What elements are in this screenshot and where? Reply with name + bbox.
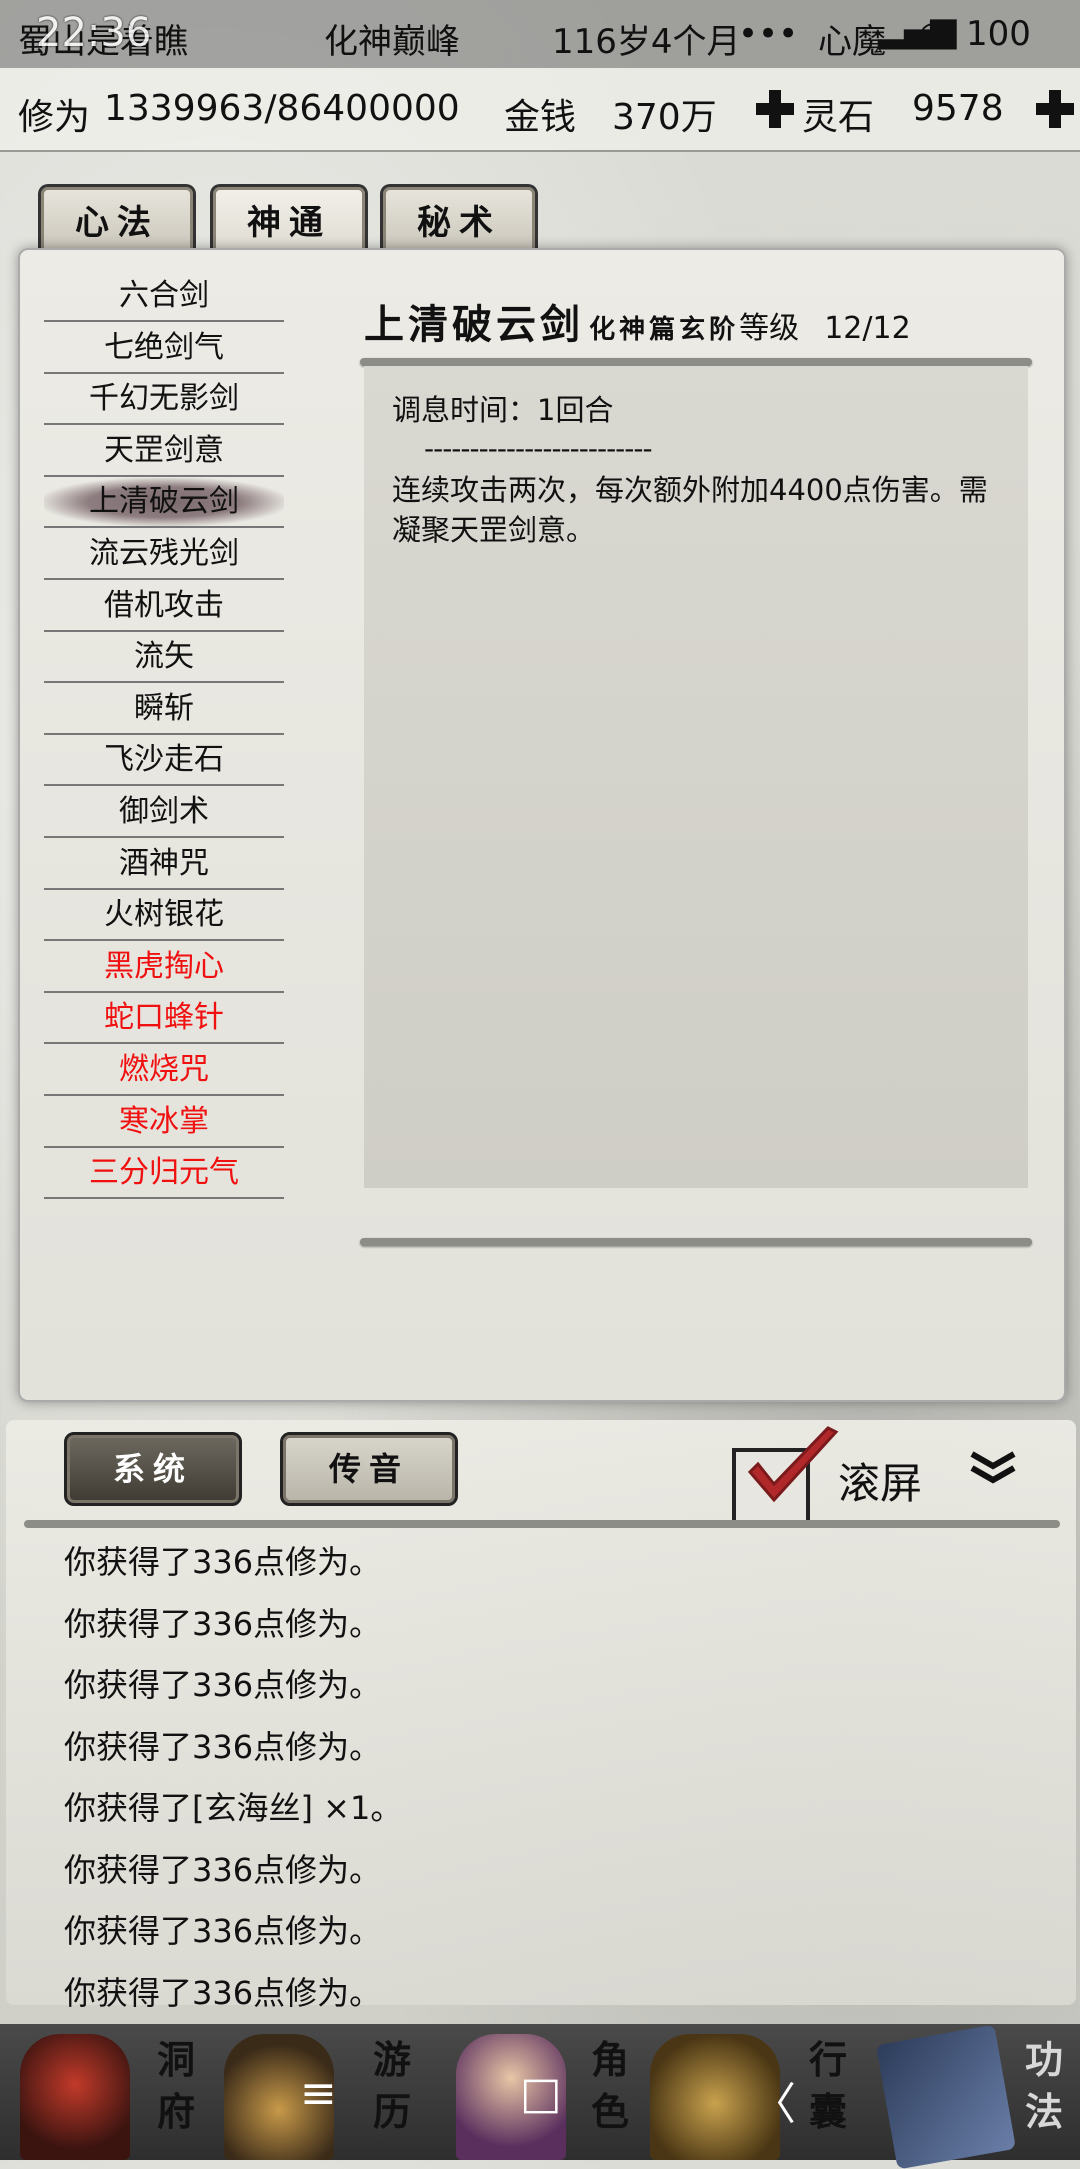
menu-icon[interactable]: ≡ (300, 2068, 337, 2119)
nav-label-travel: 游历 (372, 2037, 411, 2134)
skill-name: 上清破云剑 (364, 301, 584, 348)
add-stone-icon[interactable] (1036, 90, 1074, 128)
cave-dwelling-icon (20, 2034, 130, 2160)
description-text: 连续攻击两次，每次额外附加4400点伤害。需凝聚天罡剑意。 (392, 473, 988, 547)
skill-item[interactable]: 蛇口蜂针 (44, 994, 284, 1045)
cultivation-label: 修为 (18, 97, 91, 138)
separator-line: ------------------------- (424, 432, 653, 465)
scroll-rod-bottom (360, 1238, 1032, 1246)
log-line: 你获得了336点修为。 (64, 1727, 382, 1766)
skill-item-selected[interactable]: 上清破云剑 (44, 478, 284, 529)
skill-item[interactable]: 六合剑 (44, 272, 284, 322)
bottom-nav: 洞府 游历 角色 行囊 功法 ≡ □ 〈 (0, 2024, 1080, 2169)
skill-item[interactable]: 御剑术 (44, 788, 284, 838)
log-line: 你获得了[玄海丝] ×1。 (64, 1789, 403, 1827)
skill-item[interactable]: 流云残光剑 (44, 530, 284, 580)
log-line: 你获得了336点修为。 (64, 1543, 382, 1581)
cultivation-value: 1339963/86400000 (104, 88, 460, 129)
skill-item[interactable]: 千幻无影剑 (44, 375, 284, 426)
skill-item[interactable]: 寒冰掌 (44, 1098, 284, 1148)
skill-item[interactable]: 黑虎掏心 (44, 943, 284, 993)
skill-description-block: 调息时间：1回合 连续攻击两次，每次额外附加4400点伤害。需凝聚天罡剑意。 (392, 390, 1012, 550)
tab-system-log[interactable]: 系统 (64, 1432, 242, 1506)
battery-icon: 100 (966, 14, 1031, 54)
skill-title-row: 上清破云剑 化神篇玄阶等级 12/12 (364, 292, 911, 350)
back-icon[interactable]: 〈 (752, 2068, 796, 2132)
auto-scroll-label: 滚屏 (838, 1459, 923, 1508)
stone-value: 9578 (912, 88, 1004, 129)
heart-demon-text: 心魔 (818, 22, 886, 62)
nav-label-character: 角色 (590, 2037, 629, 2134)
home-icon[interactable]: □ (520, 2068, 562, 2119)
scroll-rod-top (360, 358, 1032, 366)
wifi-icon: ◔ (918, 14, 948, 54)
log-lines: 你获得了336点修为。 你获得了336点修为。 你获得了336点修为。 你获得了336… (64, 1532, 402, 2024)
money-value: 370万 (612, 97, 717, 138)
message-log-panel: 系统 传音 滚屏 你获得了336点修为。 你获得了336点修为。 你获得了336点修… (6, 1420, 1076, 2012)
skill-item[interactable]: 流矢 (44, 633, 284, 684)
skill-item[interactable]: 燃烧咒 (44, 1046, 284, 1096)
status-bar: 蜀山是着瞧 22:36 化神巅峰 116岁4个月 ••• 心魔 ▂▄▆ ◔ 10… (0, 0, 1080, 68)
nav-label-cave: 洞府 (156, 2037, 195, 2134)
skill-item[interactable]: 七绝剑气 (44, 324, 284, 374)
dots-icon: ••• (738, 14, 799, 54)
checkmark-icon (747, 1426, 839, 1503)
stats-bar: 修为 1339963/86400000 金钱 370万 灵石 9578 (0, 68, 1080, 152)
skill-item[interactable]: 天罡剑意 (44, 427, 284, 477)
books-icon (875, 2024, 1017, 2169)
money-label: 金钱 (504, 97, 577, 138)
nav-bag[interactable]: 行囊 (650, 2024, 850, 2160)
skill-item[interactable]: 火树银花 (44, 891, 284, 942)
log-line: 你获得了336点修为。 (64, 1973, 382, 2012)
skill-tier: 化神篇玄阶 (589, 315, 740, 345)
tab-message-log[interactable]: 传音 (280, 1432, 458, 1506)
double-chevron-down-icon[interactable] (968, 1448, 1018, 1488)
age-text: 116岁4个月 (552, 22, 741, 62)
clock: 22:36 (36, 10, 152, 56)
cooldown-text: 调息时间：1回合 (392, 393, 614, 427)
skill-item[interactable]: 酒神咒 (44, 840, 284, 890)
nav-cave-dwelling[interactable]: 洞府 (0, 2024, 200, 2160)
nav-label-techniques: 功法 (1024, 2037, 1063, 2134)
skill-panel: 六合剑 七绝剑气 千幻无影剑 天罡剑意 上清破云剑 流云残光剑 借机攻击 流矢 瞬斩 飞沙走石 御剑… (18, 248, 1066, 1402)
add-money-icon[interactable] (756, 90, 794, 128)
level-value: 12/12 (824, 311, 911, 346)
skill-list: 六合剑 七绝剑气 千幻无影剑 天罡剑意 上清破云剑 流云残光剑 借机攻击 流矢 瞬斩 飞沙走石 御剑… (44, 272, 284, 1201)
skill-item[interactable]: 三分归元气 (44, 1149, 284, 1200)
level-label: 等级 (739, 311, 800, 346)
stone-label: 灵石 (802, 97, 875, 138)
realm-text: 化神巅峰 (324, 22, 460, 62)
log-line: 你获得了336点修为。 (64, 1850, 382, 1889)
nav-label-bag: 行囊 (808, 2037, 847, 2134)
skill-item[interactable]: 瞬斩 (44, 685, 284, 735)
skill-item[interactable]: 飞沙走石 (44, 736, 284, 787)
nav-techniques[interactable]: 功法 (875, 2024, 1080, 2169)
skill-item[interactable]: 借机攻击 (44, 582, 284, 632)
log-line: 你获得了336点修为。 (64, 1666, 382, 1704)
log-rod (24, 1520, 1060, 1528)
log-line: 你获得了336点修为。 (64, 1912, 382, 1950)
log-line: 你获得了336点修为。 (64, 1604, 382, 1643)
status-row: 蜀山是着瞧 22:36 化神巅峰 116岁4个月 ••• 心魔 ▂▄▆ ◔ 10… (0, 8, 1080, 64)
